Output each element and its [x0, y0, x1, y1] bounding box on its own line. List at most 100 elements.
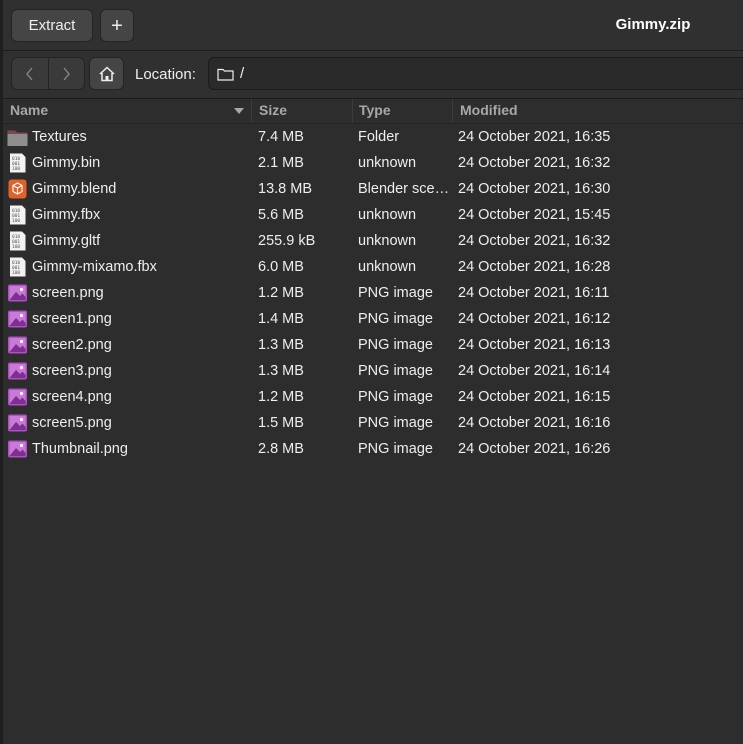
chevron-left-icon [25, 67, 33, 80]
file-size: 1.3 MB [258, 337, 304, 353]
file-row[interactable]: screen4.png 1.2 MB PNG image 24 October … [3, 384, 743, 410]
file-modified: 24 October 2021, 15:45 [458, 207, 611, 223]
file-modified: 24 October 2021, 16:16 [458, 415, 611, 431]
window-title: Gimmy.zip [615, 16, 691, 33]
image-file-icon [7, 387, 28, 407]
file-type: PNG image [358, 285, 433, 301]
file-size: 6.0 MB [258, 259, 304, 275]
file-type: Folder [358, 129, 400, 145]
file-row[interactable]: screen2.png 1.3 MB PNG image 24 October … [3, 332, 743, 358]
image-file-icon [7, 335, 28, 355]
sort-descending-icon[interactable] [234, 108, 244, 114]
location-entry[interactable]: / [208, 57, 743, 90]
file-type: PNG image [358, 441, 433, 457]
file-name: screen5.png [32, 415, 112, 431]
file-row[interactable]: Gimmy.blend 13.8 MB Blender sce… 24 Octo… [3, 176, 743, 202]
file-row[interactable]: 010 001 100 Gimmy.gltf 255.9 kB unknown 24… [3, 228, 743, 254]
binary-file-icon: 010 001 100 [7, 205, 28, 225]
binary-file-icon: 010 001 100 [7, 257, 28, 277]
file-type: Blender sce… [358, 181, 450, 197]
forward-button[interactable] [49, 58, 85, 89]
file-name: Thumbnail.png [32, 441, 128, 457]
add-files-button[interactable]: + [100, 9, 134, 42]
column-divider[interactable] [352, 99, 353, 123]
back-button[interactable] [12, 58, 49, 89]
file-name: Gimmy.fbx [32, 207, 101, 223]
svg-text:100: 100 [12, 244, 20, 250]
column-size[interactable]: Size [259, 102, 287, 118]
file-size: 1.2 MB [258, 389, 304, 405]
file-row[interactable]: 010 001 100 Gimmy.bin 2.1 MB unknown 24 Oc… [3, 150, 743, 176]
file-name: screen4.png [32, 389, 112, 405]
plus-icon: + [111, 14, 123, 37]
location-label: Location: [135, 66, 196, 83]
file-type: unknown [358, 207, 417, 223]
file-size: 2.1 MB [258, 155, 304, 171]
location-path: / [240, 65, 245, 82]
column-type[interactable]: Type [359, 102, 391, 118]
file-row[interactable]: screen3.png 1.3 MB PNG image 24 October … [3, 358, 743, 384]
file-name: screen2.png [32, 337, 112, 353]
file-size: 1.3 MB [258, 363, 304, 379]
file-size: 5.6 MB [258, 207, 304, 223]
file-modified: 24 October 2021, 16:13 [458, 337, 611, 353]
file-row[interactable]: screen.png 1.2 MB PNG image 24 October 2… [3, 280, 743, 306]
header-bar: Extract + Gimmy.zip [3, 0, 743, 51]
image-file-icon [7, 413, 28, 433]
image-file-icon [7, 361, 28, 381]
binary-file-icon: 010 001 100 [7, 153, 28, 173]
file-name: Gimmy.blend [32, 181, 117, 197]
file-modified: 24 October 2021, 16:30 [458, 181, 611, 197]
column-modified[interactable]: Modified [460, 102, 518, 118]
file-name: Gimmy.gltf [32, 233, 101, 249]
file-size: 7.4 MB [258, 129, 304, 145]
file-type: unknown [358, 259, 417, 275]
file-row[interactable]: Thumbnail.png 2.8 MB PNG image 24 Octobe… [3, 436, 743, 462]
column-name[interactable]: Name [10, 102, 48, 118]
home-icon [98, 65, 115, 81]
file-name: screen.png [32, 285, 104, 301]
svg-text:100: 100 [12, 166, 20, 172]
svg-text:100: 100 [12, 218, 20, 224]
column-divider[interactable] [251, 99, 252, 123]
file-modified: 24 October 2021, 16:14 [458, 363, 611, 379]
file-row[interactable]: Textures 7.4 MB Folder 24 October 2021, … [3, 124, 743, 150]
file-row[interactable]: screen5.png 1.5 MB PNG image 24 October … [3, 410, 743, 436]
file-row[interactable]: screen1.png 1.4 MB PNG image 24 October … [3, 306, 743, 332]
file-name: Gimmy-mixamo.fbx [32, 259, 157, 275]
file-name: Textures [32, 129, 87, 145]
home-button[interactable] [89, 57, 124, 90]
image-file-icon [7, 309, 28, 329]
column-divider[interactable] [452, 99, 453, 123]
file-row[interactable]: 010 001 100 Gimmy-mixamo.fbx 6.0 MB unknow… [3, 254, 743, 280]
file-modified: 24 October 2021, 16:11 [458, 285, 610, 301]
column-header: Name Size Type Modified [3, 99, 743, 124]
chevron-right-icon [63, 67, 71, 80]
location-bar: Location: / [3, 51, 743, 99]
file-modified: 24 October 2021, 16:32 [458, 155, 611, 171]
svg-text:100: 100 [12, 270, 20, 276]
file-modified: 24 October 2021, 16:26 [458, 441, 611, 457]
file-size: 255.9 kB [258, 233, 316, 249]
file-size: 1.2 MB [258, 285, 304, 301]
file-size: 13.8 MB [258, 181, 312, 197]
navigation-buttons [11, 57, 85, 90]
file-type: PNG image [358, 311, 433, 327]
file-type: PNG image [358, 415, 433, 431]
extract-button[interactable]: Extract [11, 9, 93, 42]
file-list: Textures 7.4 MB Folder 24 October 2021, … [3, 124, 743, 462]
file-type: unknown [358, 233, 417, 249]
file-modified: 24 October 2021, 16:35 [458, 129, 611, 145]
file-type: PNG image [358, 389, 433, 405]
file-size: 1.4 MB [258, 311, 304, 327]
file-name: Gimmy.bin [32, 155, 101, 171]
file-modified: 24 October 2021, 16:15 [458, 389, 611, 405]
file-modified: 24 October 2021, 16:32 [458, 233, 611, 249]
blender-file-icon [7, 179, 28, 199]
file-type: unknown [358, 155, 417, 171]
file-name: screen1.png [32, 311, 112, 327]
file-modified: 24 October 2021, 16:28 [458, 259, 611, 275]
binary-file-icon: 010 001 100 [7, 231, 28, 251]
file-row[interactable]: 010 001 100 Gimmy.fbx 5.6 MB unknown 24 Oc… [3, 202, 743, 228]
image-file-icon [7, 439, 28, 459]
